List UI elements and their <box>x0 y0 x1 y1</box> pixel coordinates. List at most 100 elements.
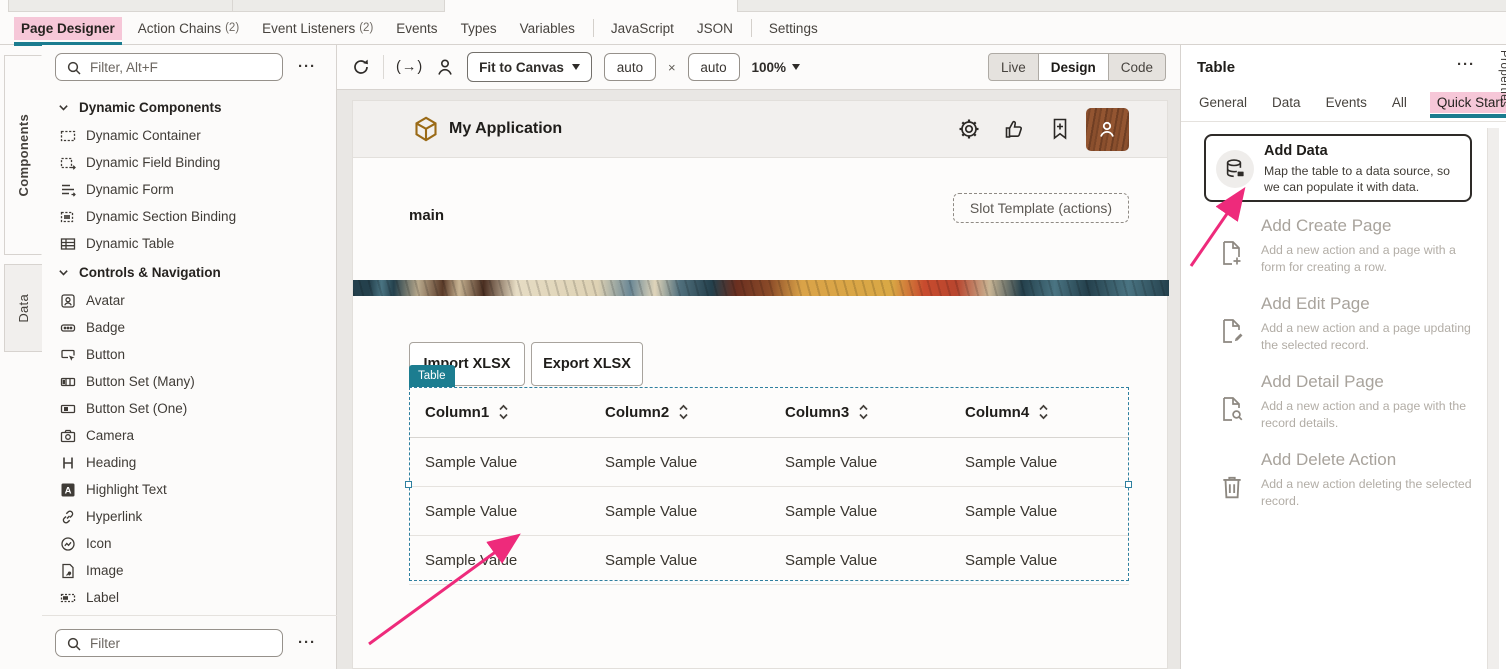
sidebar-tab-data[interactable]: Data <box>4 264 42 352</box>
thumbs-up-icon[interactable] <box>1003 118 1025 140</box>
palette-item-avatar[interactable]: Avatar <box>42 287 327 314</box>
palette-item-grid-row[interactable]: Grid Row <box>42 662 337 669</box>
fit-to-canvas-dropdown[interactable]: Fit to Canvas <box>467 52 592 82</box>
mode-button-code[interactable]: Code <box>1109 53 1166 81</box>
window-tab[interactable] <box>232 0 445 12</box>
palette-item-dynamic-field-binding[interactable]: Dynamic Field Binding <box>42 149 327 176</box>
gear-icon[interactable] <box>958 118 980 140</box>
component-list: Dynamic Components Dynamic Container Dynam… <box>42 92 327 611</box>
palette-item-badge[interactable]: Badge <box>42 314 327 341</box>
palette-item-hyperlink[interactable]: Hyperlink <box>42 503 327 530</box>
design-canvas[interactable]: My Application main Slot Template (actio… <box>337 90 1180 669</box>
live-pointer-icon[interactable]: (→) <box>396 59 423 75</box>
properties-tab-data[interactable]: Data <box>1270 92 1303 113</box>
window-tab[interactable] <box>8 0 233 12</box>
selection-handle-right[interactable] <box>1125 481 1132 488</box>
highlight-text-icon: A <box>60 482 76 498</box>
sidebar-tab-components-label: Components <box>16 114 31 196</box>
editor-tab-javascript[interactable]: JavaScript <box>604 17 681 40</box>
properties-tab-quick-start[interactable]: Quick Start <box>1430 92 1506 113</box>
icon-circle-icon <box>60 536 76 552</box>
component-filter-input[interactable]: Filter, Alt+F <box>55 53 283 81</box>
palette-item-label: Avatar <box>86 293 125 308</box>
editor-tab-action-chains[interactable]: Action Chains(2) <box>131 17 246 40</box>
palette-item-label: Dynamic Form <box>86 182 174 197</box>
database-icon <box>1216 150 1254 188</box>
caret-down-icon <box>572 64 580 70</box>
palette-section-controls-navigation[interactable]: Controls & Navigation <box>42 257 327 287</box>
properties-scrollbar-track[interactable] <box>1487 128 1499 669</box>
user-icon[interactable] <box>435 57 455 77</box>
avatar-icon <box>60 293 76 309</box>
quickstart-add-create-page[interactable]: Add Create PageAdd a new action and a pa… <box>1197 216 1487 288</box>
zoom-dropdown[interactable]: 100% <box>752 60 801 75</box>
palette-item-camera[interactable]: Camera <box>42 422 327 449</box>
page-search-icon <box>1219 396 1245 422</box>
quickstart-add-edit-page[interactable]: Add Edit PageAdd a new action and a page… <box>1197 294 1487 366</box>
palette-item-button-set-one[interactable]: Button Set (One) <box>42 395 327 422</box>
canvas-height-input[interactable] <box>688 53 740 81</box>
properties-tab-label: General <box>1199 95 1247 110</box>
label-icon <box>60 590 76 606</box>
properties-tab-all[interactable]: All <box>1390 92 1409 113</box>
properties-tab-events[interactable]: Events <box>1324 92 1369 113</box>
mode-button-design[interactable]: Design <box>1039 53 1109 81</box>
export-xlsx-button[interactable]: Export XLSX <box>531 342 643 386</box>
mode-switcher: Live Design Code <box>988 53 1166 81</box>
editor-tab-event-listeners[interactable]: Event Listeners(2) <box>255 17 380 40</box>
app-header[interactable]: My Application <box>353 101 1167 158</box>
palette-item-dynamic-form[interactable]: Dynamic Form <box>42 176 327 203</box>
palette-item-button[interactable]: Button <box>42 341 327 368</box>
palette-item-dynamic-table[interactable]: Dynamic Table <box>42 230 327 257</box>
palette-item-icon[interactable]: Icon <box>42 530 327 557</box>
window-tab[interactable] <box>737 0 1506 12</box>
palette-item-label: Hyperlink <box>86 509 142 524</box>
quickstart-add-delete-action[interactable]: Add Delete ActionAdd a new action deleti… <box>1197 450 1487 522</box>
bookmark-plus-icon[interactable] <box>1049 118 1067 140</box>
zoom-value: 100% <box>752 60 787 75</box>
slot-template-placeholder[interactable]: Slot Template (actions) <box>953 193 1129 223</box>
palette-item-dynamic-section-binding[interactable]: Dynamic Section Binding <box>42 203 327 230</box>
quickstart-add-data[interactable]: Add DataMap the table to a data source, … <box>1204 134 1472 202</box>
collapsed-panel-label[interactable]: Properties <box>1498 50 1506 107</box>
quickstart-add-detail-page[interactable]: Add Detail PageAdd a new action and a pa… <box>1197 372 1487 444</box>
editor-tab-types[interactable]: Types <box>454 17 504 40</box>
tab-label: JavaScript <box>611 21 674 36</box>
properties-overflow-button[interactable]: ··· <box>1453 56 1479 73</box>
palette-overflow-button[interactable]: ··· <box>294 58 320 75</box>
palette-item-label[interactable]: Label <box>42 584 327 611</box>
hyperlink-icon <box>60 509 76 525</box>
properties-tab-label: All <box>1392 95 1407 110</box>
properties-tab-general[interactable]: General <box>1197 92 1249 113</box>
tab-label: Types <box>461 21 497 36</box>
palette-item-image[interactable]: Image <box>42 557 327 584</box>
properties-tab-divider <box>1181 121 1506 122</box>
mode-button-live[interactable]: Live <box>988 53 1039 81</box>
mode-label: Design <box>1051 60 1096 75</box>
palette-item-button-set-many[interactable]: Button Set (Many) <box>42 368 327 395</box>
user-avatar[interactable] <box>1086 108 1129 151</box>
palette-section-dynamic-components[interactable]: Dynamic Components <box>42 92 327 122</box>
refresh-icon[interactable] <box>351 57 371 77</box>
palette-item-label: Dynamic Container <box>86 128 201 143</box>
canvas-width-input[interactable] <box>604 53 656 81</box>
app-page-preview[interactable]: My Application main Slot Template (actio… <box>352 100 1168 669</box>
editor-tab-page-designer[interactable]: Page Designer <box>14 17 122 40</box>
selection-handle-left[interactable] <box>405 481 412 488</box>
sidebar-tab-components[interactable]: Components <box>4 55 42 255</box>
structure-overflow-button[interactable]: ··· <box>294 634 320 651</box>
quickstart-description: Add a new action and a page with the rec… <box>1261 398 1477 431</box>
search-icon <box>66 60 82 75</box>
quickstart-description: Add a new action and a page with a form … <box>1261 242 1477 275</box>
editor-tab-variables[interactable]: Variables <box>513 17 582 40</box>
editor-tab-json[interactable]: JSON <box>690 17 740 40</box>
palette-item-heading[interactable]: Heading <box>42 449 327 476</box>
sidebar-tab-data-label: Data <box>16 294 31 323</box>
mode-label: Code <box>1121 60 1153 75</box>
caret-down-icon <box>792 64 800 70</box>
structure-filter-input[interactable]: Filter <box>55 629 283 657</box>
palette-item-dynamic-container[interactable]: Dynamic Container <box>42 122 327 149</box>
palette-item-highlight-text[interactable]: AHighlight Text <box>42 476 327 503</box>
editor-tab-settings[interactable]: Settings <box>762 17 825 40</box>
editor-tab-events[interactable]: Events <box>389 17 444 40</box>
